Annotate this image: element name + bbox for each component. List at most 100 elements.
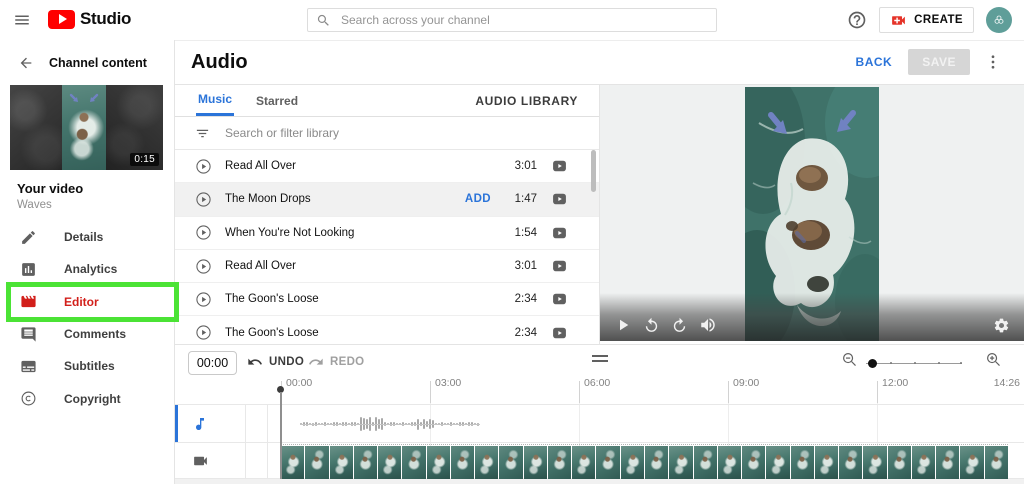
- audio-track-lane[interactable]: [175, 404, 1024, 442]
- sidebar-item-label: Editor: [64, 294, 99, 309]
- redo-button[interactable]: REDO: [308, 354, 364, 370]
- youtube-link-icon[interactable]: [550, 259, 569, 273]
- filmstrip-frame: [426, 446, 450, 479]
- sidebar-item-details[interactable]: Details: [0, 221, 175, 253]
- filmstrip-frame: [839, 446, 863, 479]
- track-duration: 2:34: [514, 293, 537, 306]
- library-tabs: Music Starred AUDIO LIBRARY: [175, 85, 599, 117]
- page-title: Audio: [191, 50, 248, 73]
- sidebar-item-label: Copyright: [64, 391, 121, 406]
- filmstrip-frame: [814, 446, 839, 479]
- track-duration: 3:01: [514, 260, 537, 273]
- filmstrip-frame: [936, 446, 960, 479]
- filmstrip-frame: [450, 446, 475, 479]
- ruler-tick-label: 12:00: [882, 377, 909, 389]
- play-icon[interactable]: [614, 316, 632, 334]
- play-track-icon[interactable]: [195, 324, 212, 341]
- track-row[interactable]: Read All Over 3:01: [175, 249, 599, 284]
- panel-drag-handle[interactable]: [592, 355, 608, 363]
- current-time-input[interactable]: 00:00: [188, 351, 237, 375]
- topbar: Studio CREATE: [0, 0, 1024, 41]
- library-filter-input[interactable]: [223, 125, 599, 141]
- channel-search-input[interactable]: [339, 12, 708, 28]
- filmstrip-frame: [620, 446, 644, 479]
- settings-gear-icon[interactable]: [993, 317, 1010, 334]
- youtube-link-icon[interactable]: [550, 192, 569, 206]
- youtube-link-icon[interactable]: [550, 159, 569, 173]
- sidebar-item-label: Subtitles: [64, 359, 115, 374]
- filmstrip-frame: [547, 446, 572, 479]
- music-note-icon: [196, 417, 204, 430]
- track-row[interactable]: The Goon's Loose 2:34: [175, 316, 599, 344]
- volume-icon[interactable]: [699, 316, 717, 334]
- track-title: The Goon's Loose: [225, 326, 319, 339]
- youtube-link-icon[interactable]: [550, 292, 569, 306]
- topbar-right: CREATE: [847, 0, 1012, 40]
- track-row[interactable]: When You're Not Looking 1:54: [175, 216, 599, 250]
- redo-label: REDO: [330, 356, 365, 368]
- video-thumbnail[interactable]: 0:15: [10, 85, 163, 170]
- zoom-out-icon[interactable]: [841, 351, 858, 368]
- sidebar-item-label: Details: [64, 230, 104, 245]
- undo-button[interactable]: UNDO: [247, 354, 304, 370]
- forward-10-icon[interactable]: [671, 317, 688, 334]
- film-icon: [21, 296, 36, 308]
- filmstrip-frame: [790, 446, 814, 479]
- back-button[interactable]: BACK: [856, 55, 893, 69]
- track-row[interactable]: Read All Over 3:01: [175, 150, 599, 184]
- filmstrip-frame: [305, 446, 329, 479]
- library-filter-bar[interactable]: [175, 117, 599, 150]
- zoom-slider-knob[interactable]: [868, 359, 877, 368]
- channel-search-box[interactable]: [307, 8, 717, 32]
- play-track-icon[interactable]: [195, 224, 212, 241]
- sidebar-item-subtitles[interactable]: Subtitles: [0, 350, 175, 382]
- filmstrip-frame: [475, 446, 499, 479]
- create-button[interactable]: CREATE: [879, 7, 974, 33]
- filmstrip-frame: [499, 446, 523, 479]
- track-row[interactable]: The Goon's Loose 2:34: [175, 283, 599, 317]
- video-subtitle: Waves: [17, 199, 52, 211]
- replay-10-icon[interactable]: [643, 317, 660, 334]
- filmstrip-frame: [596, 446, 620, 479]
- track-title: The Goon's Loose: [225, 293, 319, 306]
- subtitles-icon: [21, 360, 36, 372]
- track-add-button[interactable]: ADD: [465, 193, 491, 205]
- account-avatar[interactable]: [986, 7, 1012, 33]
- video-track-lane[interactable]: [175, 442, 1024, 479]
- play-track-icon[interactable]: [195, 158, 212, 175]
- sidebar-item-comments[interactable]: Comments: [0, 318, 175, 350]
- zoom-in-icon[interactable]: [985, 351, 1002, 368]
- audio-library-link[interactable]: AUDIO LIBRARY: [475, 85, 578, 116]
- list-scrollbar[interactable]: [591, 150, 596, 192]
- brand-text: Studio: [80, 9, 132, 28]
- back-label: Channel content: [49, 56, 147, 70]
- track-row[interactable]: The Moon Drops ADD 1:47: [175, 183, 599, 217]
- youtube-link-icon[interactable]: [550, 226, 569, 240]
- video-filmstrip[interactable]: [281, 444, 1008, 479]
- save-button[interactable]: SAVE: [908, 49, 970, 75]
- sidebar-item-copyright[interactable]: Copyright: [0, 382, 175, 414]
- hamburger-menu-icon[interactable]: [13, 11, 31, 29]
- play-track-icon[interactable]: [195, 291, 212, 308]
- filmstrip-frame: [717, 446, 742, 479]
- help-icon[interactable]: [847, 10, 867, 30]
- youtube-link-icon[interactable]: [550, 326, 569, 340]
- back-to-channel-content[interactable]: Channel content: [18, 55, 147, 71]
- editor-highlight-box[interactable]: Editor: [6, 281, 179, 322]
- arrow-back-icon: [20, 57, 32, 69]
- studio-logo[interactable]: Studio: [48, 9, 131, 29]
- create-label: CREATE: [914, 14, 963, 26]
- selected-track-indicator: [175, 405, 178, 442]
- timeline-zoom-slider[interactable]: [866, 359, 962, 369]
- tab-music[interactable]: Music: [196, 85, 235, 116]
- play-track-icon[interactable]: [195, 258, 212, 275]
- sidebar-item-editor[interactable]: Editor: [0, 281, 179, 322]
- play-track-icon[interactable]: [195, 191, 212, 208]
- ruler-tick-line: [430, 381, 431, 403]
- filmstrip-frame: [281, 446, 305, 479]
- kebab-menu-icon[interactable]: [984, 53, 1002, 71]
- tab-starred[interactable]: Starred: [254, 85, 300, 116]
- timeline-ruler[interactable]: 00:00 03:00 06:00 09:00 12:00 14:26: [175, 375, 1024, 403]
- track-title: Read All Over: [225, 160, 296, 173]
- filmstrip-frame: [378, 446, 402, 479]
